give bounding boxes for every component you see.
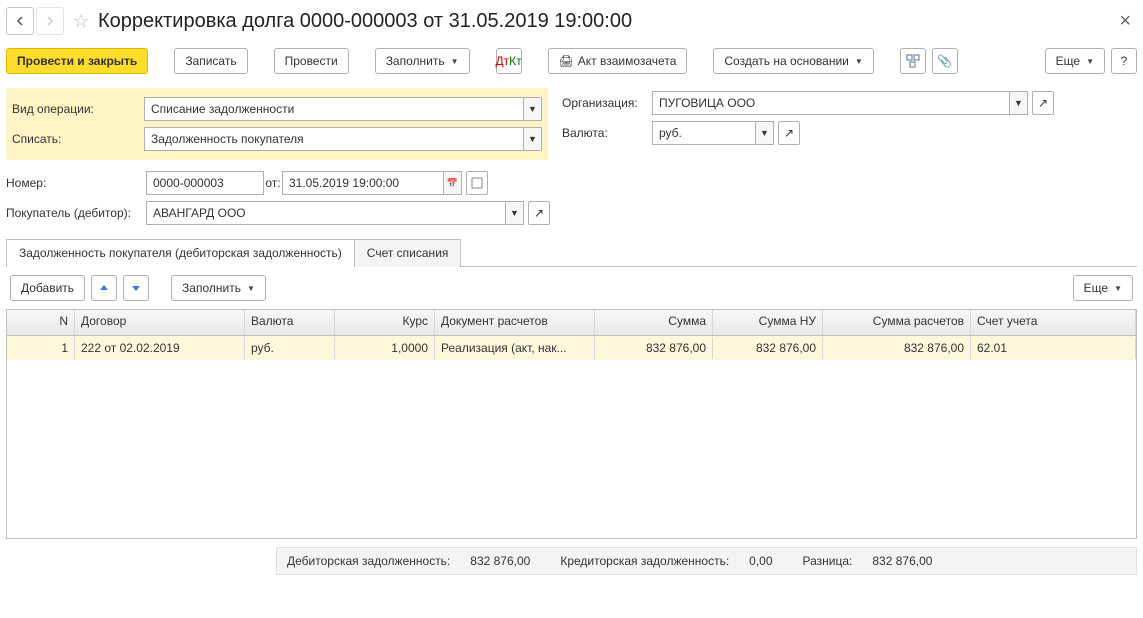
post-and-close-button[interactable]: Провести и закрыть <box>6 48 148 74</box>
close-icon[interactable]: × <box>1113 10 1137 33</box>
post-button[interactable]: Провести <box>274 48 349 74</box>
org-dropdown[interactable]: ▼ <box>1010 91 1028 115</box>
buyer-dropdown[interactable]: ▼ <box>506 201 524 225</box>
currency-dropdown[interactable]: ▼ <box>756 121 774 145</box>
org-label: Организация: <box>562 96 652 110</box>
org-input[interactable] <box>652 91 1010 115</box>
buyer-open-button[interactable]: ↗ <box>528 201 550 225</box>
fill-button[interactable]: Заполнить▼ <box>375 48 470 74</box>
number-label: Номер: <box>6 176 146 190</box>
buyer-label: Покупатель (дебитор): <box>6 206 146 220</box>
move-down-button[interactable] <box>123 275 149 301</box>
table-more-button[interactable]: Еще▼ <box>1073 275 1133 301</box>
buyer-input[interactable] <box>146 201 506 225</box>
move-up-button[interactable] <box>91 275 117 301</box>
tab-writeoff-account[interactable]: Счет списания <box>354 239 462 267</box>
table-row[interactable]: 1 222 от 02.02.2019 руб. 1,0000 Реализац… <box>7 336 1136 360</box>
tab-debt[interactable]: Задолженность покупателя (дебиторская за… <box>6 239 355 267</box>
currency-input[interactable] <box>652 121 756 145</box>
date-input[interactable] <box>282 171 444 195</box>
date-extra-button[interactable] <box>466 171 488 195</box>
currency-open-button[interactable]: ↗ <box>778 121 800 145</box>
totals-bar: Дебиторская задолженность:832 876,00 Кре… <box>276 547 1137 575</box>
date-picker-button[interactable]: 📅 <box>444 171 462 195</box>
table-header: N Договор Валюта Курс Документ расчетов … <box>7 310 1136 336</box>
writeoff-input[interactable] <box>144 127 524 151</box>
op-type-label: Вид операции: <box>12 102 144 116</box>
nav-forward-button[interactable] <box>36 7 64 35</box>
currency-label: Валюта: <box>562 126 652 140</box>
from-label: от: <box>264 176 282 190</box>
print-icon: 🖨 <box>559 54 574 68</box>
table-fill-button[interactable]: Заполнить▼ <box>171 275 266 301</box>
writeoff-label: Списать: <box>12 132 144 146</box>
add-row-button[interactable]: Добавить <box>10 275 85 301</box>
dtkt-button[interactable]: ДтКт <box>496 48 522 74</box>
help-button[interactable]: ? <box>1111 48 1137 74</box>
op-type-dropdown[interactable]: ▼ <box>524 97 542 121</box>
org-open-button[interactable]: ↗ <box>1032 91 1054 115</box>
more-button[interactable]: Еще▼ <box>1045 48 1105 74</box>
op-type-input[interactable] <box>144 97 524 121</box>
create-based-button[interactable]: Создать на основании▼ <box>713 48 873 74</box>
nav-back-button[interactable] <box>6 7 34 35</box>
page-title: Корректировка долга 0000-000003 от 31.05… <box>98 10 632 33</box>
act-button[interactable]: 🖨Акт взаимозачета <box>548 48 688 74</box>
number-input[interactable] <box>146 171 264 195</box>
structure-button[interactable] <box>900 48 926 74</box>
attach-button[interactable]: 📎 <box>932 48 958 74</box>
write-button[interactable]: Записать <box>174 48 247 74</box>
writeoff-dropdown[interactable]: ▼ <box>524 127 542 151</box>
favorite-star-icon[interactable]: ☆ <box>70 10 92 32</box>
